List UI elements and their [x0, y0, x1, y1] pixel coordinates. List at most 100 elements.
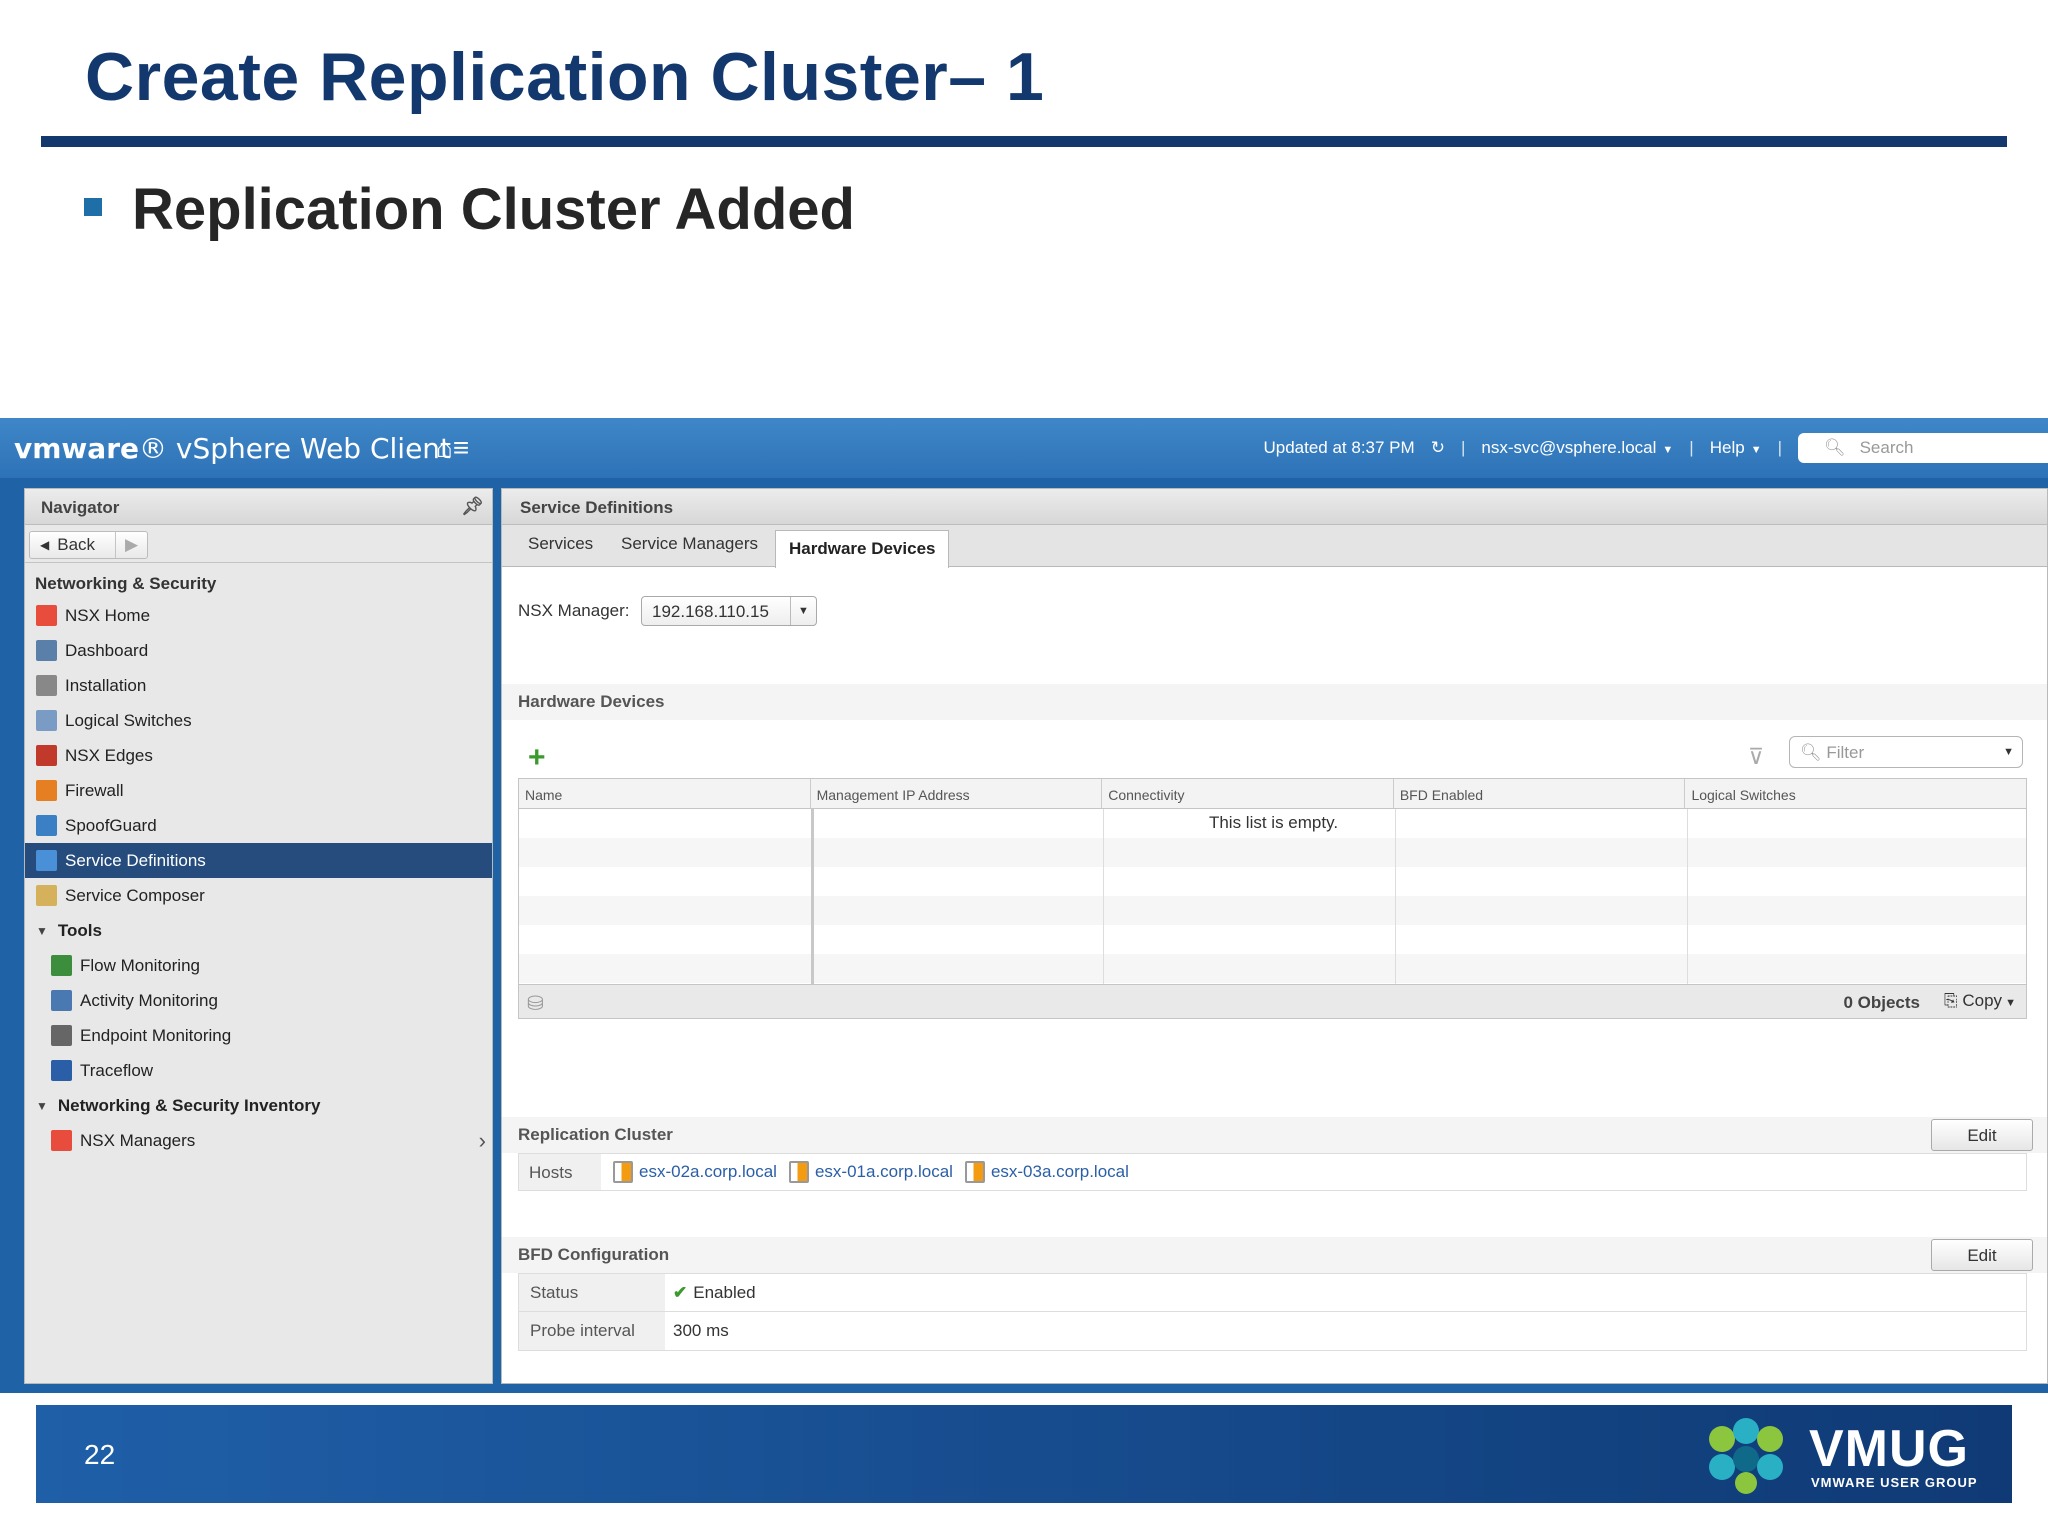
add-icon[interactable]: +	[528, 741, 546, 775]
grid-footer: ⛁ 0 Objects ⎘ Copy ▼	[518, 985, 2027, 1019]
bfd-section-title: BFD Configuration	[502, 1237, 2047, 1273]
chevron-down-icon: ▼	[1750, 444, 1762, 456]
tab-services[interactable]: Services	[528, 534, 593, 554]
search-placeholder: Search	[1859, 438, 1914, 457]
nsx-home-icon	[36, 605, 57, 626]
hosts-label: Hosts	[519, 1154, 601, 1190]
help-label: Help	[1709, 438, 1745, 457]
filter-input[interactable]: 🔍︎ Filter ▼	[1789, 736, 2023, 768]
navigator-panel: Navigator 📌︎ ◀ Back ▶ Networking & Security…	[24, 488, 493, 1384]
host-link[interactable]: esx-03a.corp.local	[964, 1161, 1129, 1183]
table-row	[519, 925, 2026, 954]
vmug-cluster-logo-icon	[1709, 1418, 1783, 1494]
column-header-bfd[interactable]: BFD Enabled	[1394, 779, 1686, 808]
nav-item-nsx-home[interactable]: NSX Home	[25, 598, 492, 633]
nav-group-tools[interactable]: ▼ Tools	[25, 913, 492, 948]
host-icon	[613, 1161, 633, 1183]
slide-title: Create Replication Cluster– 1	[85, 39, 1045, 115]
nav-tool-traceflow[interactable]: Traceflow	[25, 1053, 492, 1088]
separator: |	[1777, 438, 1782, 457]
edit-replication-button[interactable]: Edit	[1931, 1119, 2033, 1151]
home-menu-icon[interactable]: ⌂≡	[436, 432, 469, 464]
nav-item-installation[interactable]: Installation	[25, 668, 492, 703]
column-header-name[interactable]: Name	[519, 779, 811, 808]
nav-item-nsx-edges[interactable]: NSX Edges	[25, 738, 492, 773]
nav-tool-endpoint-monitoring[interactable]: Endpoint Monitoring	[25, 1018, 492, 1053]
filter-placeholder: Filter	[1826, 743, 1865, 762]
separator: |	[1689, 438, 1694, 457]
bfd-status-value: Enabled	[693, 1283, 756, 1302]
help-menu[interactable]: Help ▼	[1710, 438, 1762, 458]
search-icon: 🔍︎	[1824, 438, 1846, 457]
nav-item-label: Dashboard	[65, 640, 149, 660]
tab-service-managers[interactable]: Service Managers	[621, 534, 758, 554]
nav-item-service-definitions[interactable]: Service Definitions	[25, 843, 492, 878]
copy-button[interactable]: ⎘ Copy ▼	[1944, 991, 2016, 1011]
back-button[interactable]: ◀ Back ▶	[29, 531, 149, 559]
tab-bar: Services Service Managers Hardware Devic…	[502, 525, 2047, 568]
pin-icon[interactable]: 📌︎	[461, 496, 484, 517]
search-input[interactable]: 🔍︎ Search	[1798, 433, 2048, 463]
nsx-manager-select[interactable]: 192.168.110.15 ▼	[641, 596, 817, 626]
nav-item-label: NSX Managers	[80, 1130, 196, 1150]
vmware-brand: vmware	[14, 432, 139, 465]
hardware-devices-section-title: Hardware Devices	[502, 684, 2047, 720]
nav-item-label: Logical Switches	[65, 710, 192, 730]
top-bar: vmware® vSphere Web Client ⌂≡ Updated at…	[0, 418, 2048, 478]
service-composer-icon	[36, 885, 57, 906]
nav-item-dashboard[interactable]: Dashboard	[25, 633, 492, 668]
nav-item-logical-switches[interactable]: Logical Switches	[25, 703, 492, 738]
column-header-connectivity[interactable]: Connectivity	[1102, 779, 1394, 808]
nav-item-label: SpoofGuard	[65, 815, 157, 835]
logical-switches-icon	[36, 710, 57, 731]
bfd-probe-row: Probe interval 300 ms	[519, 1312, 2026, 1350]
forward-arrow-icon[interactable]: ▶	[116, 535, 147, 555]
edit-bfd-button[interactable]: Edit	[1931, 1239, 2033, 1271]
user-menu[interactable]: nsx-svc@vsphere.local ▼	[1481, 438, 1673, 458]
endpoint-monitoring-icon	[51, 1025, 72, 1046]
check-icon: ✔	[673, 1283, 688, 1302]
clear-filter-icon[interactable]: ⊽	[1748, 744, 1764, 770]
column-header-logical-switches[interactable]: Logical Switches	[1685, 779, 2026, 808]
nav-inventory-nsx-managers[interactable]: NSX Managers ›	[25, 1123, 492, 1158]
copy-label: Copy	[1962, 991, 2003, 1010]
host-link[interactable]: esx-02a.corp.local	[613, 1161, 777, 1183]
column-header-ip[interactable]: Management IP Address	[811, 779, 1103, 808]
nav-item-firewall[interactable]: Firewall	[25, 773, 492, 808]
chevron-down-icon: ▼	[2003, 746, 2014, 758]
dashboard-icon	[36, 640, 57, 661]
nav-tool-flow-monitoring[interactable]: Flow Monitoring	[25, 948, 492, 983]
title-rule	[41, 136, 2007, 147]
refresh-icon[interactable]: ↻	[1431, 438, 1445, 458]
nav-item-label: Firewall	[65, 780, 124, 800]
activity-monitoring-icon	[51, 990, 72, 1011]
traceflow-icon	[51, 1060, 72, 1081]
nav-group-inventory[interactable]: ▼ Networking & Security Inventory	[25, 1088, 492, 1123]
table-row	[519, 838, 2026, 867]
chevron-down-icon: ▼	[1662, 444, 1674, 456]
main-header: Service Definitions	[502, 489, 2047, 525]
nav-tool-activity-monitoring[interactable]: Activity Monitoring	[25, 983, 492, 1018]
bfd-table: Status ✔ Enabled Probe interval 300 ms	[518, 1273, 2027, 1351]
nav-item-label: Installation	[65, 675, 147, 695]
tab-hardware-devices[interactable]: Hardware Devices	[775, 530, 950, 568]
nav-item-label: Traceflow	[80, 1060, 154, 1080]
grid-header: Name Management IP Address Connectivity …	[519, 779, 2026, 809]
vsphere-screenshot: vmware® vSphere Web Client ⌂≡ Updated at…	[0, 418, 2048, 1393]
nav-item-label: Activity Monitoring	[80, 990, 218, 1010]
host-link[interactable]: esx-01a.corp.local	[788, 1161, 953, 1183]
page-number: 22	[84, 1439, 116, 1470]
column-divider	[1103, 809, 1104, 984]
nav-item-label: Service Definitions	[65, 850, 206, 870]
navigator-header: Navigator 📌︎	[25, 489, 492, 525]
chevron-right-icon[interactable]: ›	[479, 1128, 486, 1154]
binoculars-icon[interactable]: ⛁	[527, 991, 544, 1016]
bfd-status-row: Status ✔ Enabled	[519, 1274, 2026, 1312]
nsx-manager-value: 192.168.110.15	[652, 602, 769, 621]
expand-triangle-icon: ▼	[36, 1098, 48, 1113]
nav-item-service-composer[interactable]: Service Composer	[25, 878, 492, 913]
expand-triangle-icon: ▼	[36, 923, 48, 938]
nav-item-spoofguard[interactable]: SpoofGuard	[25, 808, 492, 843]
slide: Create Replication Cluster– 1 Replicatio…	[0, 0, 2048, 1536]
column-divider	[1395, 809, 1396, 984]
